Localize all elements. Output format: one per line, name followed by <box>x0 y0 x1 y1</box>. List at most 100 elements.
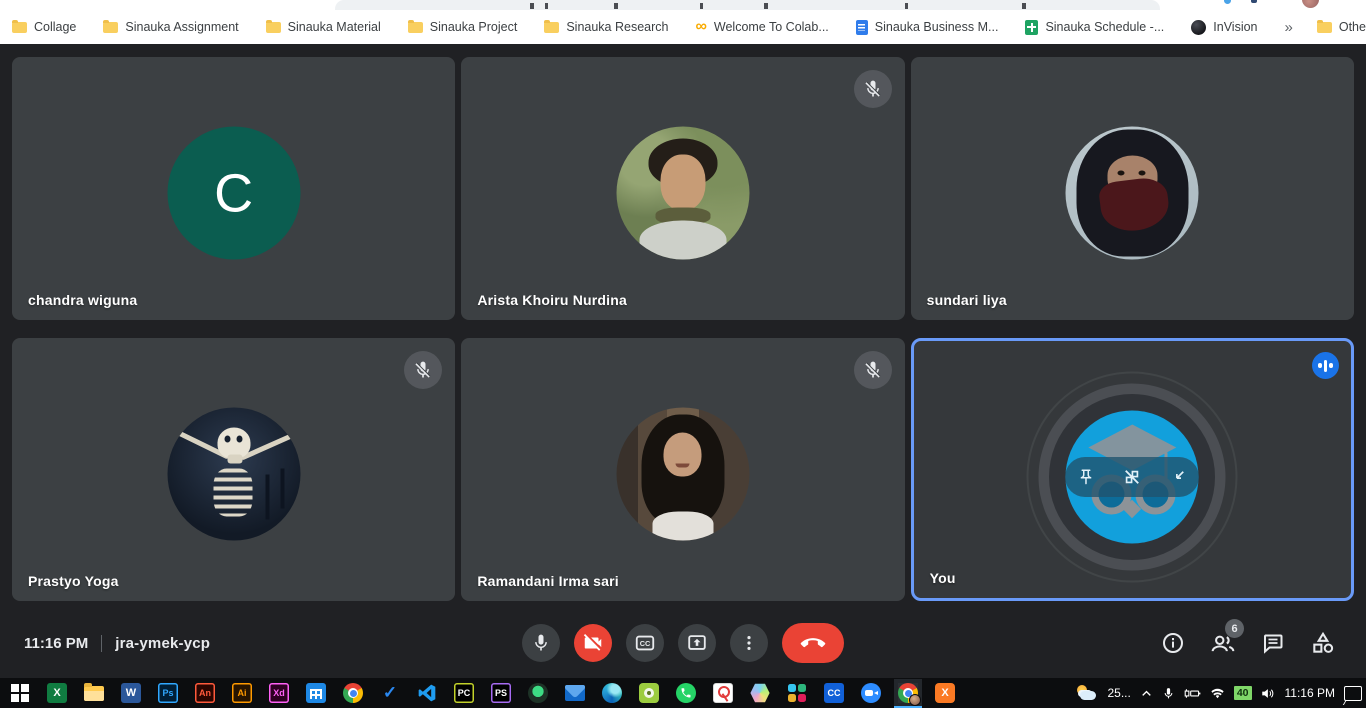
excel-icon: X <box>47 683 67 703</box>
pin-icon <box>1077 468 1095 486</box>
taskbar-emulator[interactable] <box>639 683 659 703</box>
meeting-info: 11:16 PM jra-ymek-ycp <box>24 608 210 678</box>
tray-volume-icon[interactable] <box>1261 687 1276 700</box>
bookmark-invision[interactable]: InVision <box>1191 20 1257 35</box>
folder-icon <box>408 22 423 33</box>
pin-tile-button[interactable] <box>1077 468 1095 486</box>
more-vert-icon <box>739 633 759 653</box>
meet-video-grid: C chandra wiguna Arista Khoiru Nurdina s… <box>0 44 1366 608</box>
avatar-photo <box>167 408 300 541</box>
video-tile-sundari-liya[interactable]: sundari liya <box>911 57 1354 320</box>
taskbar-vscode[interactable] <box>417 683 437 703</box>
taskbar-chrome[interactable] <box>343 683 363 703</box>
taskbar-hexagon-app[interactable] <box>750 683 770 703</box>
microphone-button[interactable] <box>522 624 560 662</box>
battery-percent-badge[interactable]: 40 <box>1234 686 1252 700</box>
bookmark-welcome-to-colab[interactable]: ∞ Welcome To Colab... <box>695 20 828 34</box>
start-button[interactable] <box>10 683 30 703</box>
weather-icon[interactable] <box>1076 685 1098 702</box>
mail-icon <box>565 685 585 701</box>
activities-button[interactable] <box>1310 630 1336 656</box>
taskbar-slack[interactable] <box>787 683 807 703</box>
taskbar-whatsapp[interactable] <box>676 683 696 703</box>
svg-text:CC: CC <box>640 639 651 648</box>
present-screen-icon <box>686 632 708 654</box>
camera-off-button[interactable] <box>574 624 612 662</box>
mic-muted-badge <box>854 70 892 108</box>
tray-power-icon[interactable] <box>1184 687 1201 700</box>
taskbar-animate[interactable]: An <box>195 683 215 703</box>
addressbar-text-fragment <box>764 3 768 9</box>
other-bookmarks-button[interactable]: Other bookmarks <box>1317 20 1366 34</box>
video-tile-chandra-wiguna[interactable]: C chandra wiguna <box>12 57 455 320</box>
taskbar-adobe-xd[interactable]: Xd <box>269 683 289 703</box>
taskbar-microsoft-todo[interactable]: ✓ <box>380 683 400 703</box>
video-tile-you[interactable]: You <box>911 338 1354 601</box>
taskbar-edge[interactable] <box>602 683 622 703</box>
pycharm-icon: PC <box>454 683 474 703</box>
zoom-icon <box>861 683 881 703</box>
weather-temperature[interactable]: 25... <box>1107 686 1130 700</box>
addressbar-text-fragment <box>700 3 703 9</box>
mic-off-icon <box>863 79 883 99</box>
photoshop-icon: Ps <box>158 683 178 703</box>
video-tile-arista-khoiru-nurdina[interactable]: Arista Khoiru Nurdina <box>461 57 904 320</box>
taskbar-phpstorm[interactable]: PS <box>491 683 511 703</box>
bookmark-sinauka-assignment[interactable]: Sinauka Assignment <box>103 20 238 34</box>
chrome-icon <box>343 683 363 703</box>
bookmarks-overflow-chevron-icon[interactable]: » <box>1285 19 1293 36</box>
tray-clock[interactable]: 11:16 PM <box>1285 686 1335 700</box>
taskbar-photoshop[interactable]: Ps <box>158 683 178 703</box>
taskbar-calendar[interactable] <box>306 683 326 703</box>
taskbar-zoom[interactable] <box>861 683 881 703</box>
bookmark-sinauka-project[interactable]: Sinauka Project <box>408 20 518 34</box>
calendar-icon <box>306 683 326 703</box>
addressbar-text-fragment <box>1022 3 1026 9</box>
tray-wifi-icon[interactable] <box>1210 687 1225 700</box>
tile-hover-controls <box>1065 457 1199 497</box>
chat-button[interactable] <box>1260 630 1286 656</box>
remove-tile-button[interactable] <box>1122 467 1142 487</box>
slashed-squares-icon <box>1122 467 1142 487</box>
tray-microphone-icon[interactable] <box>1162 687 1175 700</box>
more-options-button[interactable] <box>730 624 768 662</box>
meeting-details-button[interactable] <box>1160 630 1186 656</box>
illustrator-icon: Ai <box>232 683 252 703</box>
action-center-icon[interactable] <box>1344 686 1362 701</box>
audio-output-badge[interactable] <box>1312 352 1339 379</box>
participant-name: You <box>930 570 956 586</box>
collapse-arrow-icon <box>1169 468 1187 486</box>
taskbar-file-explorer[interactable] <box>84 683 104 703</box>
bookmark-sinauka-research[interactable]: Sinauka Research <box>544 20 668 34</box>
taskbar-creative-cloud[interactable]: CC <box>824 683 844 703</box>
taskbar-word[interactable]: W <box>121 683 141 703</box>
taskbar-chrome-active[interactable] <box>898 683 918 703</box>
taskbar-pycharm[interactable]: PC <box>454 683 474 703</box>
bookmark-sinauka-schedule[interactable]: Sinauka Schedule -... <box>1025 20 1164 35</box>
folder-icon <box>1317 22 1332 33</box>
captions-button[interactable]: CC <box>626 624 664 662</box>
bookmark-sinauka-business[interactable]: Sinauka Business M... <box>856 20 999 35</box>
video-tile-ramandani-irma-sari[interactable]: Ramandani Irma sari <box>461 338 904 601</box>
chrome-profile-badge <box>909 694 921 706</box>
participant-name: Prastyo Yoga <box>28 573 119 589</box>
taskbar-illustrator[interactable]: Ai <box>232 683 252 703</box>
invision-icon <box>1191 20 1206 35</box>
bookmark-sinauka-material[interactable]: Sinauka Material <box>266 20 381 34</box>
taskbar-xampp[interactable]: X <box>935 683 955 703</box>
toolbar-icon-fragment <box>1224 0 1231 4</box>
meeting-clock: 11:16 PM <box>24 635 88 652</box>
file-explorer-icon <box>84 686 104 701</box>
bookmark-collage[interactable]: Collage <box>12 20 76 34</box>
video-tile-prastyo-yoga[interactable]: Prastyo Yoga <box>12 338 455 601</box>
taskbar-android-studio[interactable] <box>528 683 548 703</box>
participants-button[interactable]: 6 <box>1210 630 1236 656</box>
present-now-button[interactable] <box>678 624 716 662</box>
end-call-button[interactable] <box>782 623 844 663</box>
taskbar-excel[interactable]: X <box>47 683 67 703</box>
taskbar-mail[interactable] <box>565 683 585 703</box>
minimize-tile-button[interactable] <box>1169 468 1187 486</box>
colab-icon: ∞ <box>695 22 706 32</box>
tray-chevron-up-icon[interactable] <box>1140 687 1153 700</box>
taskbar-sketch-app[interactable] <box>713 683 733 703</box>
